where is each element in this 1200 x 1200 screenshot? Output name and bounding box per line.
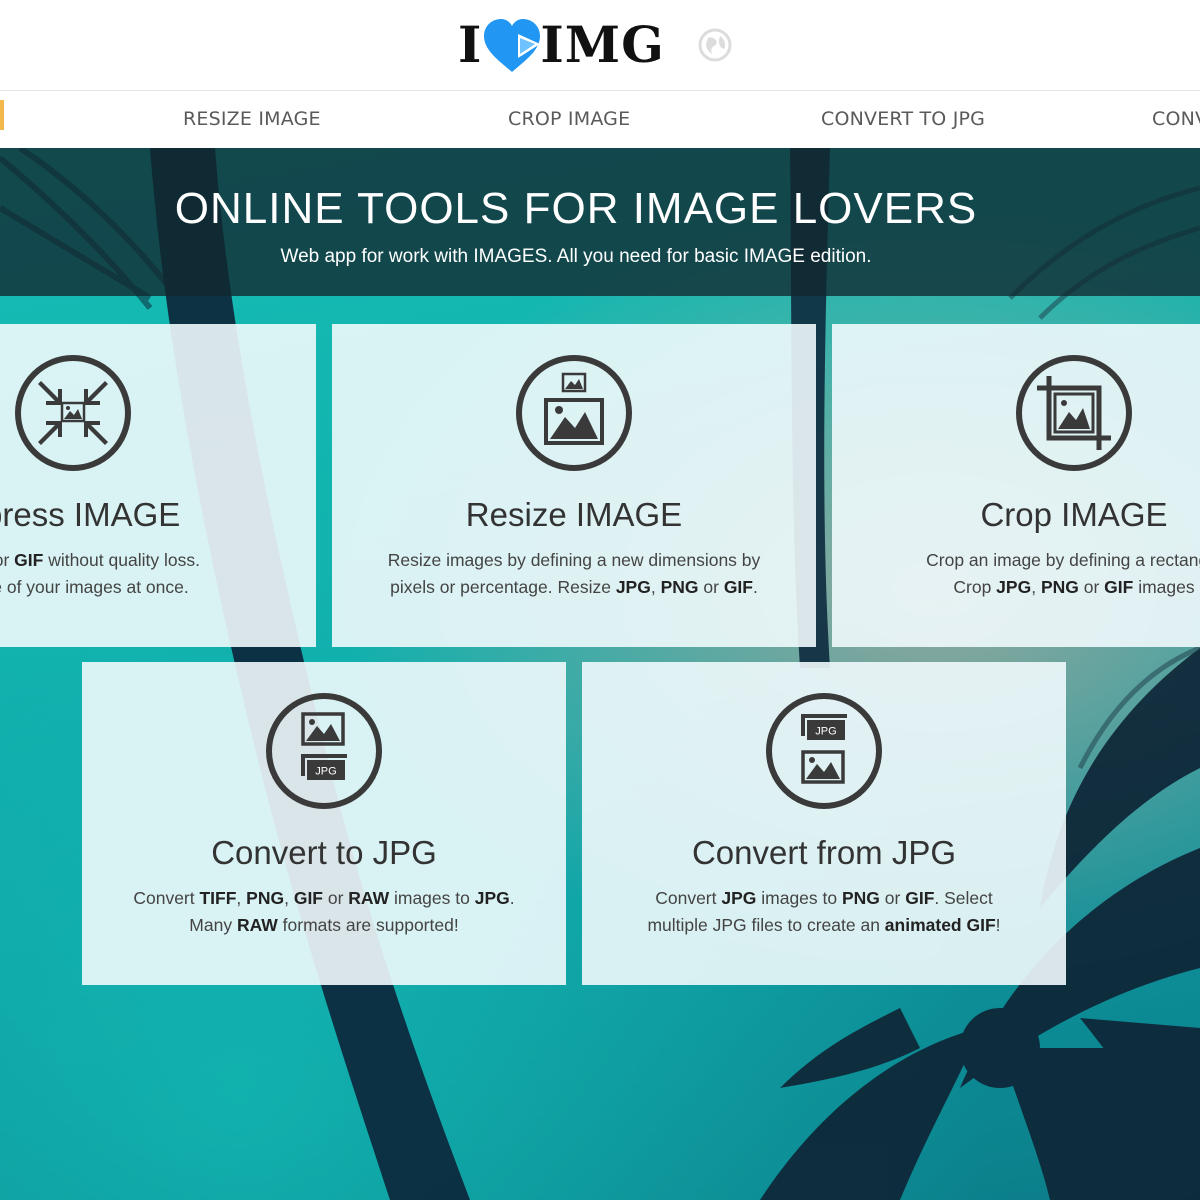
card-desc-line: Convert TIFF, PNG, GIF or RAW images to … (133, 888, 515, 908)
main-nav: RESIZE IMAGE CROP IMAGE CONVERT TO JPG C… (0, 92, 1200, 148)
card-desc-convert-to-jpg: Convert TIFF, PNG, GIF or RAW images to … (82, 885, 566, 939)
card-desc-line: pixels or percentage. Resize JPG, PNG or… (390, 577, 758, 597)
card-desc-line: Crop JPG, PNG or GIF images (953, 577, 1195, 597)
bold-keyword: JPG (996, 577, 1032, 597)
bold-keyword: TIFF (199, 888, 237, 908)
card-desc-line: Crop an image by defining a rectangle (926, 550, 1200, 570)
bold-keyword: GIF (293, 888, 323, 908)
card-desc-line: lesize of your images at once. (0, 577, 189, 597)
card-desc-resize: Resize images by defining a new dimensio… (332, 547, 816, 601)
card-desc-crop: Crop an image by defining a rectangle Cr… (832, 547, 1200, 601)
convert-from-jpg-icon: JPG (766, 693, 882, 809)
card-title-convert-from-jpg: Convert from JPG (691, 834, 957, 871)
bold-keyword: RAW (348, 888, 390, 908)
card-desc-line: PNG, or GIF without quality loss. (0, 550, 200, 570)
site-header: I IMG (0, 0, 1200, 91)
card-title-convert-to-jpg: Convert to JPG (211, 834, 437, 871)
logo-text-left: I (458, 15, 483, 74)
bold-keyword: PNG (1040, 577, 1079, 597)
hero-subtitle: Web app for work with IMAGES. All you ne… (280, 246, 872, 267)
card-desc-line: Many RAW formats are supported! (189, 915, 459, 935)
tool-card-crop[interactable]: Crop IMAGE Crop an image by defining a r… (832, 324, 1200, 647)
convert-to-jpg-icon: JPG (266, 693, 382, 809)
site-logo[interactable]: I IMG (458, 14, 665, 76)
bold-keyword: JPG (721, 888, 757, 908)
card-desc-line: multiple JPG files to create an animated… (647, 915, 1001, 935)
bold-keyword: PNG (246, 888, 285, 908)
card-desc-convert-from-jpg: Convert JPG images to PNG or GIF. Select… (582, 885, 1066, 939)
bold-keyword: PNG (660, 577, 699, 597)
bold-keyword: PNG (842, 888, 880, 908)
jpg-label: JPG (315, 766, 336, 778)
hero-title: ONLINE TOOLS FOR IMAGE LOVERS (174, 184, 978, 233)
nav-convert-to-jpg[interactable]: CONVERT TO JPG (821, 108, 985, 130)
tool-card-resize[interactable]: Resize IMAGE Resize images by defining a… (332, 324, 816, 647)
card-title-resize: Resize IMAGE (465, 496, 683, 533)
nav-crop-image[interactable]: CROP IMAGE (508, 108, 630, 130)
hero-banner: ONLINE TOOLS FOR IMAGE LOVERS Web app fo… (0, 148, 1200, 296)
bold-keyword: JPG (615, 577, 651, 597)
bold-keyword: JPG (474, 888, 510, 908)
nav-resize-image[interactable]: RESIZE IMAGE (183, 108, 321, 130)
crop-icon (1016, 355, 1132, 471)
bold-keyword: GIF (1104, 577, 1134, 597)
card-title-crop: Crop IMAGE (980, 496, 1168, 533)
bold-keyword: RAW (236, 915, 278, 935)
card-title-compress: npress IMAGE (0, 496, 181, 533)
nav-active-marker (0, 100, 4, 130)
heart-icon (484, 19, 541, 72)
card-desc-line: Resize images by defining a new dimensio… (387, 550, 761, 570)
tool-card-convert-to-jpg[interactable]: JPG Convert to JPG Convert TIFF, PNG, GI… (82, 662, 566, 985)
nav-convert-from-jpg[interactable]: CONV (1152, 108, 1200, 130)
bold-keyword: GIF (723, 577, 753, 597)
compress-icon (15, 355, 131, 471)
card-desc-line: Convert JPG images to PNG or GIF. Select (655, 888, 993, 908)
bold-keyword: GIF (14, 550, 44, 570)
bold-keyword: GIF (905, 888, 935, 908)
card-desc-compress: PNG, or GIF without quality loss. lesize… (0, 547, 316, 601)
bold-keyword: animated GIF (884, 915, 996, 935)
logo-text-right: IMG (540, 15, 665, 74)
tool-card-convert-from-jpg[interactable]: JPG Convert from JPG Convert JPG images … (582, 662, 1066, 985)
jpg-label: JPG (815, 726, 836, 738)
resize-icon (516, 355, 632, 471)
globe-icon[interactable] (698, 28, 732, 62)
tool-card-compress[interactable]: npress IMAGE PNG, or GIF without quality… (0, 324, 316, 647)
